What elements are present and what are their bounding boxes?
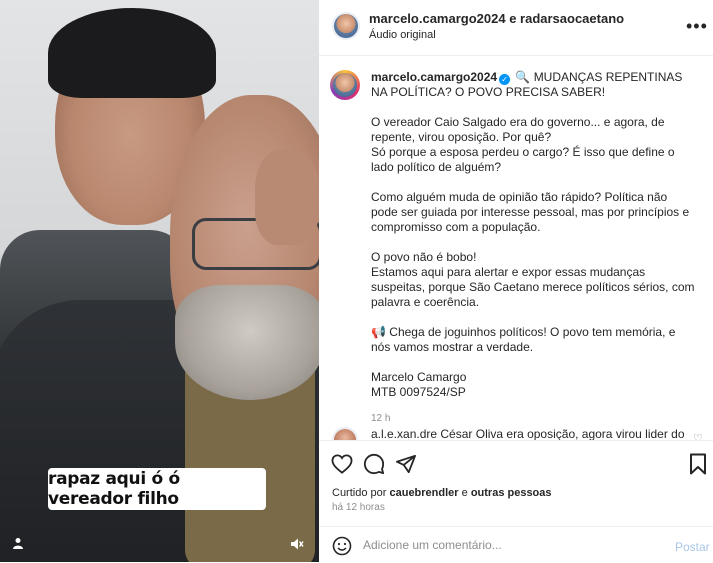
caption-time[interactable]: 12 h bbox=[371, 411, 696, 426]
post-timestamp[interactable]: há 12 horas bbox=[332, 502, 385, 513]
caption-paragraph: O povo não é bobo! Estamos aqui para ale… bbox=[371, 250, 695, 309]
raised-hand bbox=[255, 150, 319, 245]
post-caption: marcelo.camargo2024 ✓ 🔍 MUDANÇAS REPENTIN… bbox=[371, 70, 696, 426]
author-avatar[interactable] bbox=[332, 12, 360, 40]
caption-paragraph: 📢 Chega de joguinhos políticos! O povo t… bbox=[371, 325, 676, 354]
video-caption-box: rapaz aqui ó ó vereador filho bbox=[48, 468, 266, 510]
commenter-avatar[interactable] bbox=[332, 427, 358, 440]
more-horizontal-icon[interactable]: ••• bbox=[686, 16, 708, 37]
like-heart-icon[interactable] bbox=[330, 452, 354, 476]
comment-like-icon[interactable]: ♡ bbox=[693, 432, 703, 440]
caption-paragraph: Como alguém muda de opinião tão rápido? … bbox=[371, 190, 690, 234]
video-player[interactable]: rapaz aqui ó ó vereador filho bbox=[0, 0, 319, 562]
emoji-icon[interactable] bbox=[332, 536, 352, 556]
avatar-image bbox=[334, 14, 358, 38]
header-usernames[interactable]: marcelo.camargo2024 e radarsaocaetano bbox=[369, 11, 624, 26]
comment-item: a.l.e.xan.dre César Oliva era oposição, … bbox=[371, 427, 685, 440]
liked-by-text: Curtido por cauebrendler e outras pessoa… bbox=[332, 487, 552, 499]
post-panel: marcelo.camargo2024 e radarsaocaetano Áu… bbox=[319, 0, 713, 562]
liked-by-others[interactable]: outras pessoas bbox=[471, 487, 552, 499]
comment-username[interactable]: a.l.e.xan.dre bbox=[371, 427, 437, 440]
add-comment-bar: Postar bbox=[319, 526, 713, 563]
comment-input[interactable] bbox=[363, 534, 663, 556]
caption-avatar[interactable] bbox=[330, 70, 360, 100]
comment-bubble-icon[interactable] bbox=[362, 452, 386, 476]
post-comment-button[interactable]: Postar bbox=[675, 540, 710, 554]
liked-by-suffix: e bbox=[458, 487, 471, 499]
video-caption-text: rapaz aqui ó ó vereador filho bbox=[48, 469, 180, 509]
verified-badge-icon: ✓ bbox=[499, 74, 511, 85]
original-audio-link[interactable]: Áudio original bbox=[369, 29, 436, 41]
person-left-hair bbox=[48, 8, 216, 98]
comment-text: César Oliva era oposição, agora virou li… bbox=[440, 427, 685, 440]
caption-username[interactable]: marcelo.camargo2024 bbox=[371, 70, 497, 84]
post-header: marcelo.camargo2024 e radarsaocaetano Áu… bbox=[319, 0, 713, 56]
liked-by-user[interactable]: cauebrendler bbox=[389, 487, 458, 499]
user-icon[interactable] bbox=[8, 533, 28, 553]
caption-paragraph: O vereador Caio Salgado era do governo..… bbox=[371, 115, 675, 174]
caption-first-line: marcelo.camargo2024 ✓ 🔍 MUDANÇAS REPENTIN… bbox=[371, 70, 696, 100]
avatar-image bbox=[334, 429, 356, 440]
liked-by-prefix: Curtido por bbox=[332, 487, 390, 499]
share-send-icon[interactable] bbox=[394, 452, 418, 476]
post-actions: Curtido por cauebrendler e outras pessoa… bbox=[319, 440, 713, 521]
person-right-beard bbox=[175, 285, 319, 400]
speaker-muted-icon[interactable] bbox=[286, 533, 308, 555]
comments-scroll[interactable]: marcelo.camargo2024 ✓ 🔍 MUDANÇAS REPENTIN… bbox=[319, 56, 713, 440]
avatar-image bbox=[333, 73, 357, 97]
caption-signature: Marcelo Camargo MTB 0097524/SP bbox=[371, 370, 467, 399]
save-bookmark-icon[interactable] bbox=[686, 452, 710, 476]
